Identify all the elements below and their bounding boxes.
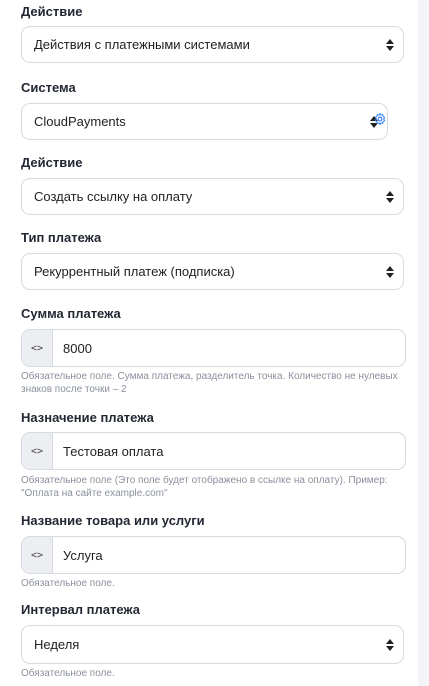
field-action: Действие Создать ссылку на оплату	[21, 155, 404, 215]
input-value[interactable]: Услуга	[53, 537, 103, 573]
field-interval: Интервал платежа Неделя Обязательное пол…	[21, 602, 404, 679]
input-value[interactable]: 8000	[53, 330, 92, 366]
sort-arrows-icon	[386, 38, 394, 51]
select-value: Рекуррентный платеж (подписка)	[34, 264, 235, 279]
field-label: Действие	[21, 155, 83, 170]
field-label: Сумма платежа	[21, 306, 121, 321]
payment-type-select[interactable]: Рекуррентный платеж (подписка)	[21, 253, 404, 290]
select-value: Создать ссылку на оплату	[34, 189, 193, 204]
field-label: Интервал платежа	[21, 602, 141, 617]
field-label: Действие	[21, 4, 83, 19]
select-value: CloudPayments	[34, 114, 126, 129]
gear-icon[interactable]	[373, 112, 387, 126]
field-amount: Сумма платежа <> 8000 Обязательное поле.…	[21, 306, 406, 395]
field-label: Тип платежа	[21, 230, 102, 245]
select-value: Неделя	[34, 637, 80, 652]
product-input[interactable]: <> Услуга	[21, 536, 406, 574]
help-text: Обязательное поле.	[21, 668, 115, 679]
field-label: Система	[21, 80, 76, 95]
field-system: Система CloudPayments	[21, 80, 388, 140]
action-select[interactable]: Создать ссылку на оплату	[21, 178, 404, 215]
purpose-input[interactable]: <> Тестовая оплата	[21, 432, 406, 470]
help-text: Обязательное поле.	[21, 578, 115, 589]
amount-input[interactable]: <> 8000	[21, 329, 406, 367]
field-product: Название товара или услуги <> Услуга Обя…	[21, 513, 406, 589]
code-icon: <>	[22, 537, 53, 573]
field-payment-type: Тип платежа Рекуррентный платеж (подписк…	[21, 230, 404, 290]
input-value[interactable]: Тестовая оплата	[53, 433, 163, 469]
code-icon: <>	[22, 330, 53, 366]
code-icon: <>	[22, 433, 53, 469]
help-text: Обязательное поле (Это поле будет отобра…	[21, 475, 388, 499]
select-value: Действия с платежными системами	[34, 37, 250, 52]
help-text: Обязательное поле. Сумма платежа, раздел…	[21, 371, 398, 395]
settings-panel: Действие Действия с платежными системами…	[0, 0, 418, 686]
interval-select[interactable]: Неделя	[21, 625, 404, 664]
system-select[interactable]: CloudPayments	[21, 103, 388, 140]
field-action-group: Действие Действия с платежными системами	[21, 4, 404, 63]
sort-arrows-icon	[386, 190, 394, 203]
action-group-select[interactable]: Действия с платежными системами	[21, 26, 404, 63]
field-label: Назначение платежа	[21, 410, 154, 425]
field-label: Название товара или услуги	[21, 513, 205, 528]
field-purpose: Назначение платежа <> Тестовая оплата Об…	[21, 410, 406, 499]
sort-arrows-icon	[386, 638, 394, 651]
sort-arrows-icon	[386, 265, 394, 278]
